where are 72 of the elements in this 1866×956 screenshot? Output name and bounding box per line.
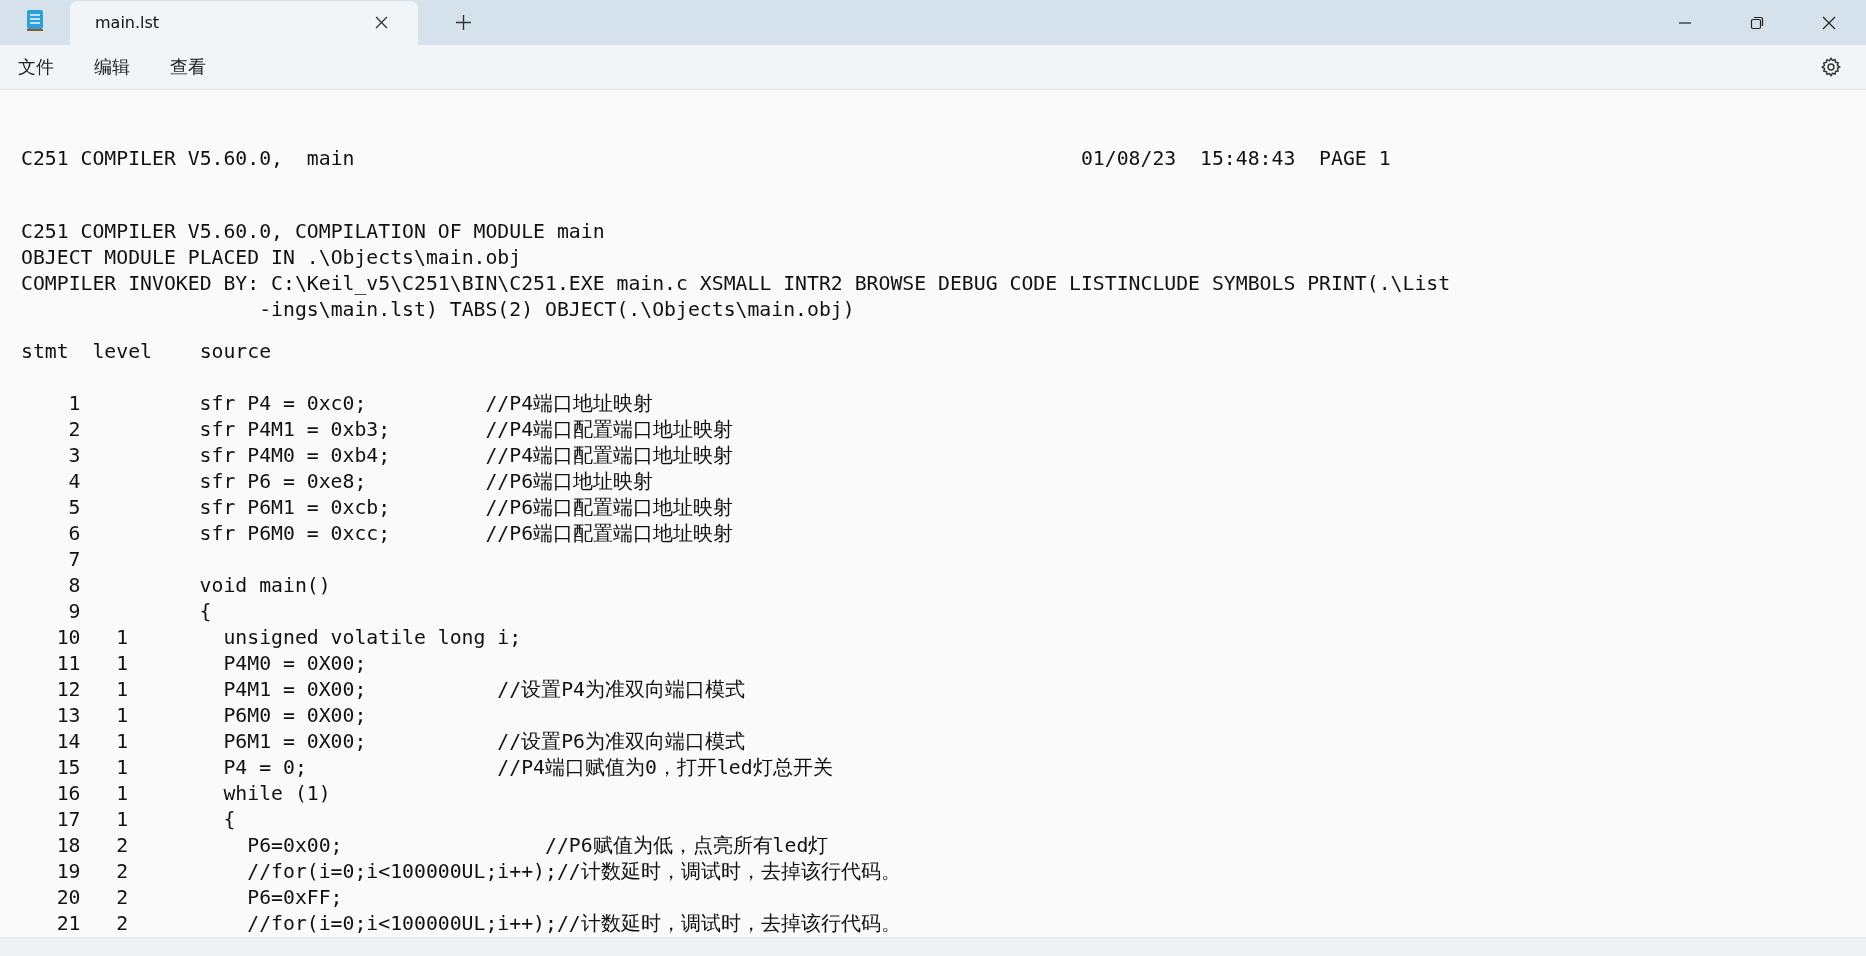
listing-date: 01/08/23 15:48:43 PAGE 1 (1080, 146, 1391, 173)
listing-header: C251 COMPILER V5.60.0, main (21, 146, 355, 173)
source-line: { (222, 807, 236, 834)
source-line: { (199, 599, 212, 626)
source-line: //for(i=0;i<100000UL;i++);//计数延时，调试时，去掉该行代码。 (246, 859, 901, 886)
notepad-icon (25, 7, 45, 32)
statement-number: 10 (56, 626, 81, 650)
close-icon[interactable] (1822, 15, 1836, 30)
level-number: 2 (116, 860, 129, 884)
level-number: 1 (116, 782, 129, 806)
statement-number: 14 (56, 730, 81, 754)
menu-item[interactable]: 文件 (18, 54, 54, 79)
restore-icon[interactable] (1750, 15, 1764, 30)
statement-number: 16 (56, 782, 81, 806)
plus-icon[interactable] (456, 14, 471, 30)
source-line: P6M0 = 0X00; (222, 703, 367, 730)
level-number: 1 (116, 756, 129, 780)
source-line: sfr P4 = 0xc0; //P4端口地址映射 (199, 391, 654, 418)
source-line: sfr P6M1 = 0xcb; //P6端口配置端口地址映射 (199, 495, 734, 522)
source-line: P6=0xFF; (246, 885, 343, 912)
level-number: 1 (116, 808, 129, 832)
level-number: 1 (116, 678, 129, 702)
menu-item[interactable]: 查看 (170, 54, 206, 79)
statement-number: 13 (56, 704, 81, 728)
source-line: while (1) (222, 781, 331, 808)
source-line: sfr P4M1 = 0xb3; //P4端口配置端口地址映射 (199, 417, 734, 444)
level-number: 1 (116, 652, 129, 676)
level-number: 1 (116, 704, 129, 728)
listing-info-line: C251 COMPILER V5.60.0, COMPILATION OF MODULE main (21, 220, 605, 244)
statement-number: 4 (68, 470, 81, 494)
statement-number: 3 (68, 444, 81, 468)
level-number: 1 (116, 626, 129, 650)
menu-item[interactable]: 编辑 (94, 54, 130, 79)
source-line: P6=0x00; //P6赋值为低，点亮所有led灯 (246, 833, 829, 860)
source-line: unsigned volatile long i; (222, 625, 522, 652)
statement-number: 21 (56, 912, 81, 936)
statement-number: 8 (68, 574, 81, 598)
level-number: 2 (116, 834, 129, 858)
column-header: stmt (21, 339, 70, 366)
statement-number: 20 (56, 886, 81, 910)
level-number: 2 (116, 886, 129, 910)
source-line: void main() (199, 573, 331, 600)
statement-number: 15 (56, 756, 81, 780)
column-header: source (199, 340, 272, 364)
source-line: sfr P4M0 = 0xb4; //P4端口配置端口地址映射 (199, 443, 734, 470)
statement-number: 11 (56, 652, 81, 676)
statement-number: 12 (56, 678, 81, 702)
statement-number: 5 (68, 496, 81, 520)
source-line: P4M0 = 0X00; (222, 651, 367, 678)
statement-number: 6 (68, 522, 81, 546)
statement-number: 7 (68, 548, 81, 572)
listing-info-line: OBJECT MODULE PLACED IN .\Objects\main.obj (21, 246, 522, 270)
statement-number: 18 (56, 834, 81, 858)
level-number: 2 (116, 912, 129, 936)
source-line: //for(i=0;i<100000UL;i++);//计数延时，调试时，去掉该行代码。 (246, 911, 901, 938)
source-line: sfr P6 = 0xe8; //P6端口地址映射 (199, 469, 654, 496)
source-line: P4 = 0; //P4端口赋值为0，打开led灯总开关 (222, 755, 833, 782)
file-tab[interactable]: main.lst (70, 0, 418, 45)
source-line: sfr P6M0 = 0xcc; //P6端口配置端口地址映射 (199, 521, 734, 548)
statement-number: 17 (56, 808, 81, 832)
level-number: 1 (116, 730, 129, 754)
listing-info-line: -ings\main.lst) TABS(2) OBJECT(.\Objects\main.obj) (259, 298, 855, 322)
statement-number: 9 (68, 600, 81, 624)
settings-icon[interactable] (1820, 55, 1842, 78)
listing-info-line: COMPILER INVOKED BY: C:\Keil_v5\C251\BIN\C251.EXE main.c XSMALL INTR2 BROWSE DEBUG CODE LISTINCLUDE SYMBOLS PRINT(.\List (21, 272, 1451, 296)
statement-number: 1 (68, 392, 81, 416)
statement-number: 19 (56, 860, 81, 884)
close-icon[interactable] (375, 16, 388, 30)
column-header: level (92, 339, 153, 366)
source-line: P6M1 = 0X00; //设置P6为准双向端口模式 (222, 729, 745, 756)
source-line: P4M1 = 0X00; //设置P4为准双向端口模式 (222, 677, 745, 704)
statement-number: 2 (68, 418, 81, 442)
